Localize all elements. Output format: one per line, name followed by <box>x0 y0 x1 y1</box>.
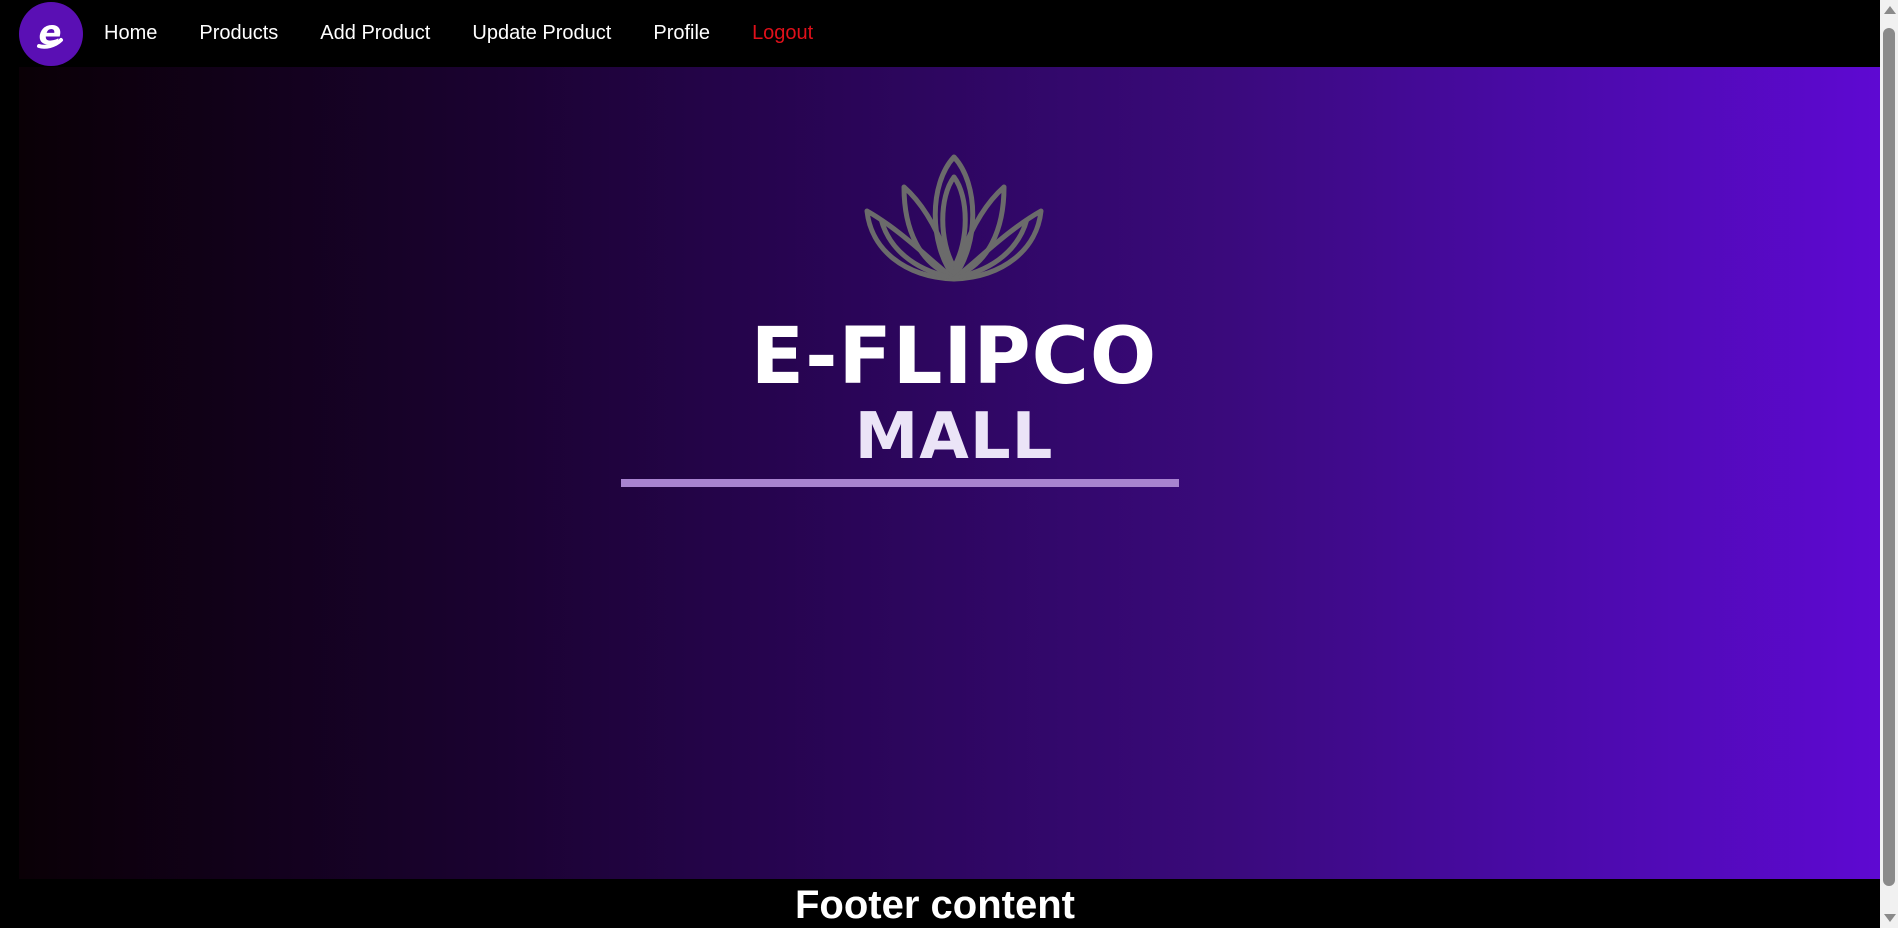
lotus-icon <box>864 154 1044 282</box>
scroll-down-arrow-icon[interactable] <box>1884 914 1896 922</box>
nav-products-link[interactable]: Products <box>199 0 278 67</box>
svg-text:e: e <box>38 13 61 53</box>
navbar: e Home Products Add Product Update Produ… <box>0 0 1880 67</box>
brand-subtitle: MALL <box>854 400 1054 474</box>
nav-add-product-link[interactable]: Add Product <box>320 0 430 67</box>
footer: Footer content <box>0 879 1880 928</box>
brand-logo[interactable]: e <box>19 2 83 66</box>
hero-brand: E-FLIPCO MALL <box>19 67 1880 879</box>
nav-update-product-link[interactable]: Update Product <box>472 0 611 67</box>
vertical-scrollbar[interactable] <box>1880 0 1898 928</box>
brand-title: E-FLIPCO <box>750 312 1158 402</box>
nav-profile-link[interactable]: Profile <box>653 0 710 67</box>
scroll-thumb[interactable] <box>1883 28 1895 886</box>
nav-home-link[interactable]: Home <box>104 0 157 67</box>
hero-banner: E-FLIPCO MALL <box>19 67 1880 879</box>
nav-logout-link[interactable]: Logout <box>752 0 813 67</box>
brand-underline <box>621 479 1179 487</box>
footer-text: Footer content <box>795 883 1075 927</box>
e-logo-icon: e <box>37 13 63 53</box>
nav-links: Home Products Add Product Update Product… <box>104 0 855 67</box>
scroll-up-arrow-icon[interactable] <box>1884 6 1896 14</box>
page: e Home Products Add Product Update Produ… <box>0 0 1898 928</box>
